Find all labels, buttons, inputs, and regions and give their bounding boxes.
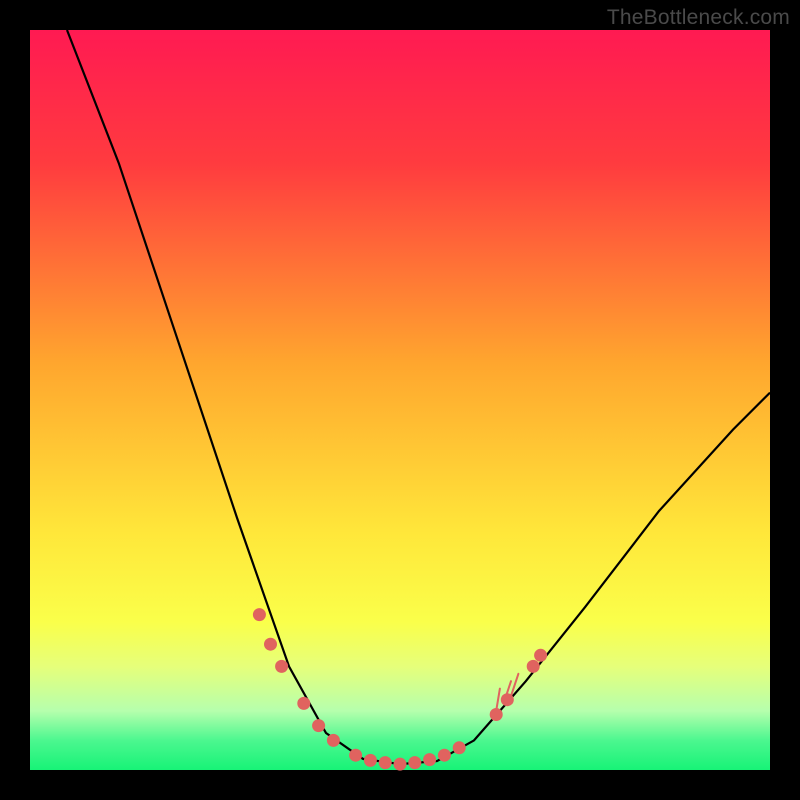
highlight-dot xyxy=(423,753,436,766)
highlight-dot xyxy=(438,749,451,762)
highlight-dot xyxy=(408,756,421,769)
bottleneck-curve xyxy=(67,30,770,764)
highlight-dot xyxy=(349,749,362,762)
watermark-text: TheBottleneck.com xyxy=(607,6,790,30)
highlight-dot xyxy=(264,638,277,651)
highlight-dot xyxy=(379,756,392,769)
highlight-dot xyxy=(327,734,340,747)
highlight-dot xyxy=(527,660,540,673)
highlight-dot xyxy=(394,758,407,771)
highlight-dot xyxy=(453,741,466,754)
highlight-dot xyxy=(253,608,266,621)
highlight-dot xyxy=(501,693,514,706)
highlight-dot xyxy=(364,754,377,767)
highlight-dot xyxy=(275,660,288,673)
highlight-dot xyxy=(490,708,503,721)
highlight-dot xyxy=(534,649,547,662)
chart-frame xyxy=(30,30,770,770)
highlight-dot xyxy=(312,719,325,732)
highlight-dots xyxy=(253,608,547,771)
highlight-dot xyxy=(297,697,310,710)
chart-plot xyxy=(30,30,770,770)
